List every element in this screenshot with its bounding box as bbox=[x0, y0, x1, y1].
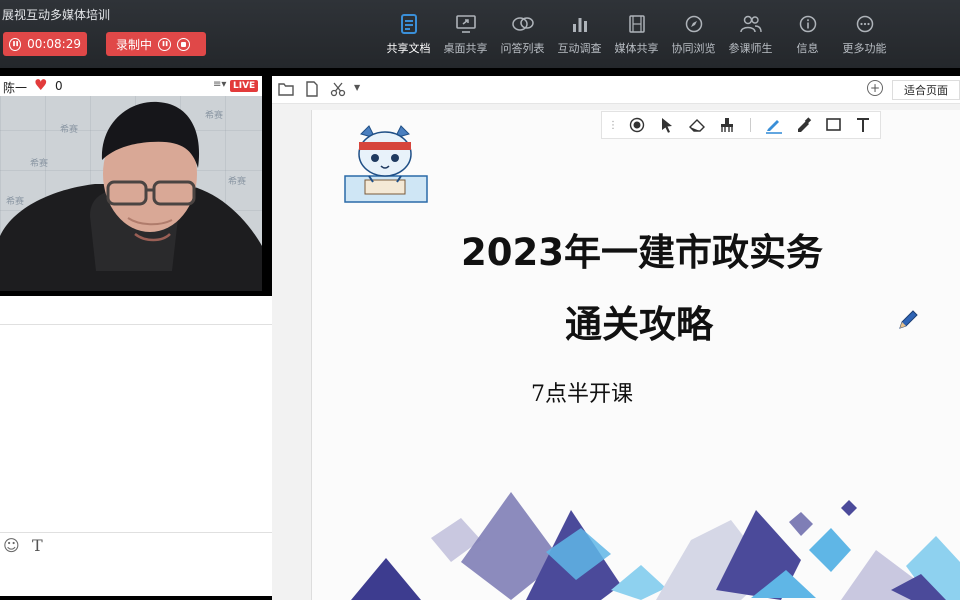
app-title: 展视互动多媒体培训 bbox=[2, 8, 111, 22]
fit-page-button[interactable]: 适合页面 bbox=[892, 80, 960, 100]
annotation-toolbar: ⋮ bbox=[601, 111, 881, 139]
open-folder-icon[interactable] bbox=[278, 81, 294, 97]
film-icon bbox=[626, 14, 648, 34]
tab-more[interactable]: 更多功能 bbox=[836, 14, 893, 56]
stop-recording-icon[interactable] bbox=[177, 37, 191, 51]
recording-control: 录制中 bbox=[106, 32, 206, 56]
timer-pause-button[interactable]: 00:08:29 bbox=[3, 32, 87, 56]
slide-note: 7点半开课 bbox=[531, 382, 633, 407]
mascot-cat-logo bbox=[344, 125, 428, 203]
scissors-icon[interactable] bbox=[330, 81, 346, 97]
zoom-in-icon[interactable]: + bbox=[867, 80, 883, 96]
clear-brush-icon[interactable] bbox=[716, 114, 738, 136]
pointer-icon[interactable] bbox=[656, 114, 678, 136]
more-icon bbox=[854, 14, 876, 34]
tab-qa-list[interactable]: 问答列表 bbox=[494, 14, 551, 56]
marker-icon[interactable] bbox=[793, 114, 815, 136]
slide-title: 2023年一建市政实务 bbox=[461, 231, 823, 274]
highlighter-pen-icon[interactable] bbox=[763, 114, 785, 136]
tab-desktop-share[interactable]: 桌面共享 bbox=[437, 14, 494, 56]
pause-icon bbox=[9, 37, 22, 51]
live-badge: LIVE bbox=[230, 80, 259, 92]
poll-chart-icon bbox=[569, 14, 591, 34]
new-document-icon[interactable] bbox=[304, 81, 320, 97]
divider bbox=[0, 532, 312, 533]
document-icon bbox=[398, 14, 420, 34]
tab-media-share[interactable]: 媒体共享 bbox=[608, 14, 665, 56]
tab-info[interactable]: 信息 bbox=[779, 14, 836, 56]
divider bbox=[0, 324, 312, 325]
drag-handle-icon[interactable]: ⋮ bbox=[608, 120, 618, 131]
slide-subtitle: 通关攻略 bbox=[565, 303, 713, 346]
top-toolbar: 展视互动多媒体培训 00:08:29 录制中 共享文档 桌面共享 问答列表 bbox=[0, 0, 960, 68]
desktop-share-icon bbox=[455, 14, 477, 34]
text-tool-icon[interactable] bbox=[853, 114, 875, 136]
document-toolbar: ▼ bbox=[272, 76, 960, 104]
pause-recording-icon[interactable] bbox=[158, 37, 172, 51]
presenter-figure bbox=[0, 101, 262, 291]
chevron-down-icon[interactable]: ▼ bbox=[354, 83, 360, 92]
presenter-video: 希赛 希赛 希赛 希赛 希赛 bbox=[0, 96, 262, 291]
tab-co-browse[interactable]: 协同浏览 bbox=[665, 14, 722, 56]
info-icon bbox=[797, 14, 819, 34]
text-format-icon[interactable]: T bbox=[32, 536, 43, 555]
like-count: 0 bbox=[55, 79, 63, 93]
people-icon bbox=[739, 14, 762, 34]
decorative-pattern bbox=[351, 492, 960, 600]
qa-icon bbox=[511, 14, 534, 34]
pen-cursor-icon bbox=[899, 310, 918, 329]
compass-icon bbox=[683, 14, 705, 34]
chat-panel: ︿ ﹀ ☺ T ↵ bbox=[0, 296, 312, 596]
separator bbox=[750, 118, 751, 132]
tab-share-document[interactable]: 共享文档 bbox=[380, 14, 437, 56]
session-timer: 00:08:29 bbox=[27, 37, 81, 51]
recording-label: 录制中 bbox=[116, 37, 153, 52]
tab-poll[interactable]: 互动调查 bbox=[551, 14, 608, 56]
record-dot-icon[interactable] bbox=[626, 114, 648, 136]
feature-tabs: 共享文档 桌面共享 问答列表 互动调查 媒体共享 协同浏览 参课师生 信息 更多… bbox=[380, 14, 893, 56]
emoji-icon[interactable]: ☺ bbox=[3, 536, 20, 555]
tab-participants[interactable]: 参课师生 bbox=[722, 14, 779, 56]
video-header: 陈一 ♥ 0 ≡▾ LIVE bbox=[0, 76, 262, 96]
menu-icon[interactable]: ≡▾ bbox=[213, 79, 226, 90]
presenter-name: 陈一 bbox=[3, 81, 28, 95]
heart-icon[interactable]: ♥ bbox=[34, 77, 47, 93]
rectangle-shape-icon[interactable] bbox=[823, 114, 845, 136]
eraser-icon[interactable] bbox=[686, 114, 708, 136]
